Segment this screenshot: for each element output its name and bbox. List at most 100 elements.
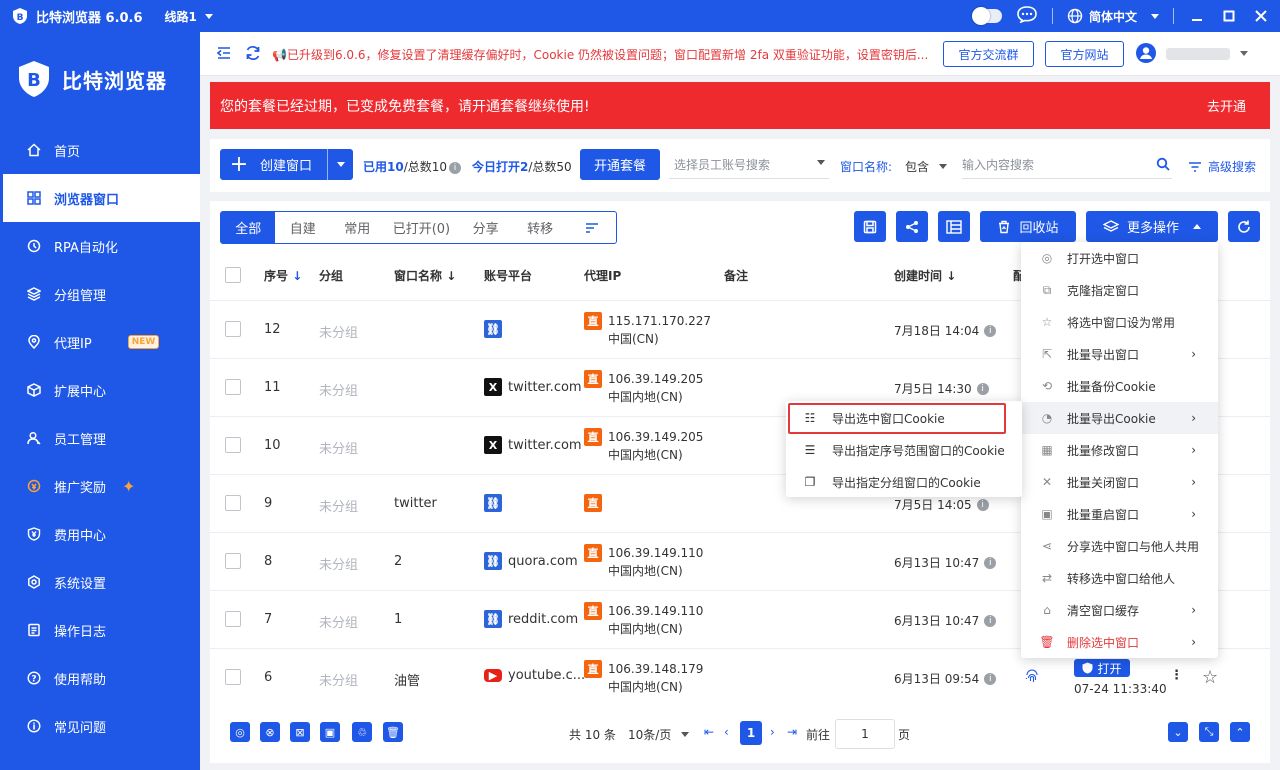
save-icon[interactable] <box>854 211 886 242</box>
sort-icon[interactable] <box>567 212 616 243</box>
row-platform[interactable]: ⛓ quora.com <box>484 552 578 570</box>
info-icon[interactable]: i <box>976 382 989 395</box>
trash-icon[interactable]: 🗑 <box>383 722 403 742</box>
official-site-button[interactable]: 官方网站 <box>1045 41 1124 67</box>
page-size-select[interactable]: 10条/页 <box>628 726 690 743</box>
close-circle-icon[interactable]: ⊗ <box>260 722 280 742</box>
route-selector[interactable]: 线路1 <box>165 8 213 25</box>
menu-clone-window[interactable]: ⧉ 克隆指定窗口 <box>1021 274 1218 306</box>
open-window-button[interactable]: 打开 <box>1074 659 1130 677</box>
tab-frequent[interactable]: 常用 <box>330 212 384 243</box>
sidebar-item-staff[interactable]: 员工管理 <box>0 414 200 462</box>
menu-batch-export-window[interactable]: ⇱ 批量导出窗口 › <box>1021 338 1218 370</box>
sidebar-item-rewards[interactable]: 推广奖励 ✦ <box>0 462 200 510</box>
current-page[interactable]: 1 <box>740 721 762 745</box>
sidebar-item-help[interactable]: ? 使用帮助 <box>0 654 200 702</box>
row-checkbox[interactable] <box>225 437 241 453</box>
submenu-export-group-cookie[interactable]: ❐ 导出指定分组窗口的Cookie <box>786 466 1022 498</box>
sidebar-item-logs[interactable]: 操作日志 <box>0 606 200 654</box>
recycle-bin-button[interactable]: 回收站 <box>980 211 1076 242</box>
search-icon[interactable] <box>1156 157 1170 171</box>
tab-shared[interactable]: 分享 <box>458 212 512 243</box>
sidebar-item-rpa[interactable]: RPA自动化 <box>0 222 200 270</box>
filter-mode-select[interactable]: 包含 <box>905 158 948 175</box>
row-platform[interactable]: ⛓ <box>484 320 502 338</box>
row-checkbox[interactable] <box>225 495 241 511</box>
row-platform[interactable]: Xtwitter.com <box>484 378 582 396</box>
row-checkbox[interactable] <box>225 321 241 337</box>
info-icon[interactable]: i <box>976 498 989 511</box>
reload-icon[interactable] <box>1228 211 1260 242</box>
col-created[interactable]: 创建时间 ↓ <box>894 267 956 284</box>
tab-transferred[interactable]: 转移 <box>513 212 567 243</box>
row-more-icon[interactable]: ⋮ <box>1170 668 1183 683</box>
share-icon[interactable] <box>896 211 928 242</box>
row-checkbox[interactable] <box>225 669 241 685</box>
row-platform[interactable]: ⛓ reddit.com <box>484 610 578 628</box>
employee-select[interactable]: 选择员工账号搜索 <box>669 151 829 179</box>
row-checkbox[interactable] <box>225 611 241 627</box>
notice-marquee[interactable]: 📢已升级到6.0.6，修复设置了清理缓存偏好时，Cookie 仍然被设置问题；窗… <box>272 46 952 64</box>
row-checkbox[interactable] <box>225 553 241 569</box>
create-dropdown-toggle[interactable] <box>327 149 353 180</box>
col-name[interactable]: 窗口名称 ↓ <box>394 267 456 284</box>
refresh-icon[interactable] <box>244 44 262 66</box>
first-page-icon[interactable]: ⇤ <box>704 725 714 739</box>
sidebar-item-settings[interactable]: 系统设置 <box>0 558 200 606</box>
menu-batch-close[interactable]: ✕ 批量关闭窗口 › <box>1021 466 1218 498</box>
tab-all[interactable]: 全部 <box>221 212 276 243</box>
open-selected-icon[interactable]: ◎ <box>230 722 250 742</box>
collapse-menu-icon[interactable] <box>216 45 232 65</box>
menu-share-window[interactable]: ⋖ 分享选中窗口与他人共用 <box>1021 530 1218 562</box>
menu-batch-backup-cookie[interactable]: ⟲ 批量备份Cookie <box>1021 370 1218 402</box>
sidebar-item-groups[interactable]: 分组管理 <box>0 270 200 318</box>
menu-batch-export-cookie[interactable]: ◔ 批量导出Cookie › <box>1021 402 1218 434</box>
maximize-icon[interactable] <box>1220 7 1238 25</box>
advanced-search-button[interactable]: 高级搜索 <box>1188 158 1256 175</box>
next-page-icon[interactable]: › <box>770 725 775 739</box>
close-square-icon[interactable]: ⊠ <box>290 722 310 742</box>
search-input[interactable]: 输入内容搜索 <box>962 151 1172 179</box>
info-icon[interactable]: i <box>984 672 997 685</box>
row-platform[interactable]: ▶ youtube.c... <box>484 668 585 683</box>
menu-delete-window[interactable]: 🗑 删除选中窗口 › <box>1021 626 1218 658</box>
submenu-export-selected-cookie[interactable]: ☷ 导出选中窗口Cookie <box>786 402 1022 434</box>
theme-toggle[interactable] <box>971 7 1002 25</box>
info-icon[interactable]: i <box>984 324 997 337</box>
row-platform[interactable]: Xtwitter.com <box>484 436 582 454</box>
sidebar-item-proxy[interactable]: 代理IP NEW <box>0 318 200 366</box>
menu-open-selected[interactable]: ◎ 打开选中窗口 <box>1021 242 1218 274</box>
row-platform[interactable]: ⛓ <box>484 494 502 512</box>
collapse-icon[interactable]: ⤡ <box>1199 722 1219 742</box>
submenu-export-range-cookie[interactable]: ☰ 导出指定序号范围窗口的Cookie <box>786 434 1022 466</box>
menu-batch-edit[interactable]: ▦ 批量修改窗口 › <box>1021 434 1218 466</box>
goto-page-input[interactable]: 1 <box>835 719 895 749</box>
subscribe-button[interactable]: 开通套餐 <box>580 149 660 180</box>
select-all-checkbox[interactable] <box>225 267 241 283</box>
info-icon[interactable]: i <box>449 161 462 174</box>
minimize-icon[interactable] <box>1188 7 1206 25</box>
language-selector[interactable]: 简体中文 <box>1067 8 1159 25</box>
last-page-icon[interactable]: ⇥ <box>787 725 797 739</box>
tab-self-created[interactable]: 自建 <box>275 212 329 243</box>
avatar[interactable] <box>1136 43 1156 63</box>
menu-set-frequent[interactable]: ☆ 将选中窗口设为常用 <box>1021 306 1218 338</box>
info-icon[interactable]: i <box>984 556 997 569</box>
close-window-icon[interactable] <box>1252 7 1270 25</box>
info-icon[interactable]: i <box>984 614 997 627</box>
menu-clear-cache[interactable]: ⌂ 清空窗口缓存 › <box>1021 594 1218 626</box>
row-checkbox[interactable] <box>225 379 241 395</box>
recycle-icon[interactable]: ♲ <box>352 722 372 742</box>
subscribe-link[interactable]: 去开通 <box>1207 96 1246 115</box>
sidebar-item-faq[interactable]: i 常见问题 <box>0 702 200 750</box>
prev-page-icon[interactable]: ‹ <box>724 725 729 739</box>
create-window-button[interactable]: + 创建窗口 <box>220 149 353 180</box>
menu-batch-restart[interactable]: ▣ 批量重启窗口 › <box>1021 498 1218 530</box>
sidebar-item-billing[interactable]: 费用中心 <box>0 510 200 558</box>
menu-transfer-window[interactable]: ⇄ 转移选中窗口给他人 <box>1021 562 1218 594</box>
window-icon[interactable]: ▣ <box>320 722 340 742</box>
chat-support-icon[interactable] <box>1016 5 1038 27</box>
column-layout-icon[interactable] <box>938 211 970 242</box>
col-seq[interactable]: 序号 ↓ <box>264 267 302 284</box>
more-actions-button[interactable]: 更多操作 <box>1086 211 1218 242</box>
